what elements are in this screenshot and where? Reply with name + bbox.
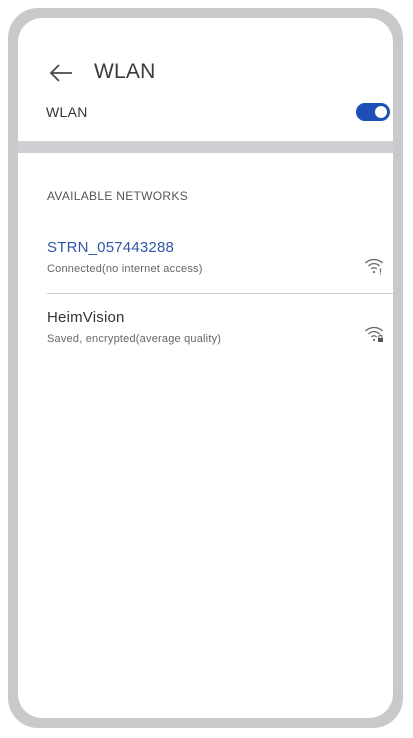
network-name: HeimVision	[47, 309, 125, 326]
network-status: Connected(no internet access)	[47, 263, 203, 275]
section-title: AVAILABLE NETWORKS	[47, 189, 188, 203]
network-item-strn[interactable]: STRN_057443288 Connected(no internet acc…	[18, 235, 393, 287]
wlan-toggle-label: WLAN	[46, 104, 88, 120]
header: WLAN WLAN	[18, 18, 393, 138]
wifi-no-internet-icon	[365, 258, 383, 275]
wifi-locked-icon	[365, 326, 383, 342]
wlan-toggle[interactable]	[356, 103, 390, 121]
network-status: Saved, encrypted(average quality)	[47, 333, 222, 345]
page-title: WLAN	[94, 60, 156, 83]
screen: WLAN WLAN AVAILABLE NETWORKS STRN_057443…	[18, 18, 393, 718]
network-name: STRN_057443288	[47, 239, 175, 256]
toggle-knob[interactable]	[375, 106, 387, 118]
section-divider	[18, 141, 393, 153]
list-divider	[47, 293, 393, 294]
phone-frame: WLAN WLAN AVAILABLE NETWORKS STRN_057443…	[8, 8, 403, 728]
arrow-left-icon[interactable]	[46, 58, 76, 88]
network-item-heimvision[interactable]: HeimVision Saved, encrypted(average qual…	[18, 305, 393, 357]
